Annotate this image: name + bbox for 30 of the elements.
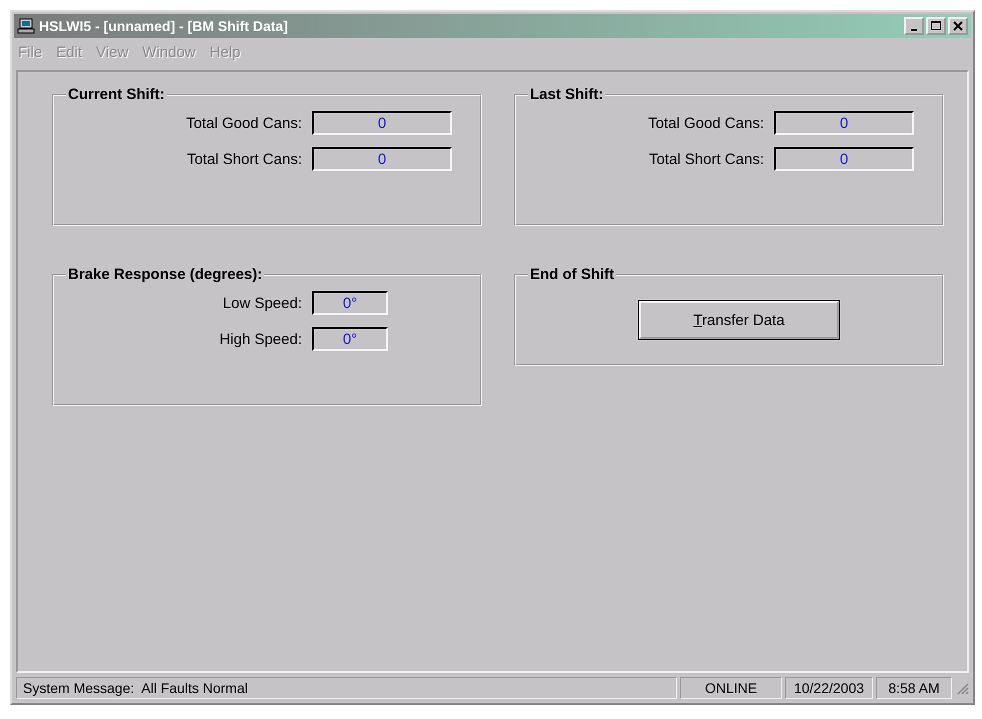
field-label: Total Short Cans:	[186, 150, 302, 168]
computer-icon	[17, 18, 35, 34]
status-date: 10/22/2003	[785, 677, 873, 699]
field-label: Low Speed:	[222, 294, 302, 312]
resize-grip-icon	[955, 681, 969, 695]
value-display: 0°	[312, 291, 388, 315]
value-display: 0	[312, 147, 452, 171]
group-title: Current Shift:	[67, 86, 166, 103]
field-label: Total Short Cans:	[648, 150, 764, 168]
field-label: Total Good Cans:	[186, 114, 302, 132]
close-button[interactable]	[948, 17, 968, 35]
status-message: System Message: All Faults Normal	[16, 677, 677, 699]
status-time: 8:58 AM	[876, 677, 952, 699]
field-label: High Speed:	[219, 330, 302, 348]
value-display: 0	[312, 111, 452, 135]
group-title: Brake Response (degrees):	[67, 266, 264, 283]
minimize-icon	[911, 29, 917, 31]
group-title: Last Shift:	[529, 86, 604, 103]
value-display: 0°	[312, 327, 388, 351]
minimize-button[interactable]	[904, 17, 924, 35]
connection-status: ONLINE	[680, 677, 782, 699]
group-title: End of Shift	[529, 266, 616, 283]
field-label: Total Good Cans:	[648, 114, 764, 132]
window-title: HSLWI5 - [unnamed] - [BM Shift Data]	[39, 18, 289, 34]
transfer-data-button[interactable]: Transfer Data	[639, 301, 839, 339]
maximize-icon	[930, 21, 942, 31]
maximize-button[interactable]	[926, 17, 946, 35]
value-display: 0	[774, 111, 914, 135]
close-icon	[953, 21, 963, 31]
value-display: 0	[774, 147, 914, 171]
